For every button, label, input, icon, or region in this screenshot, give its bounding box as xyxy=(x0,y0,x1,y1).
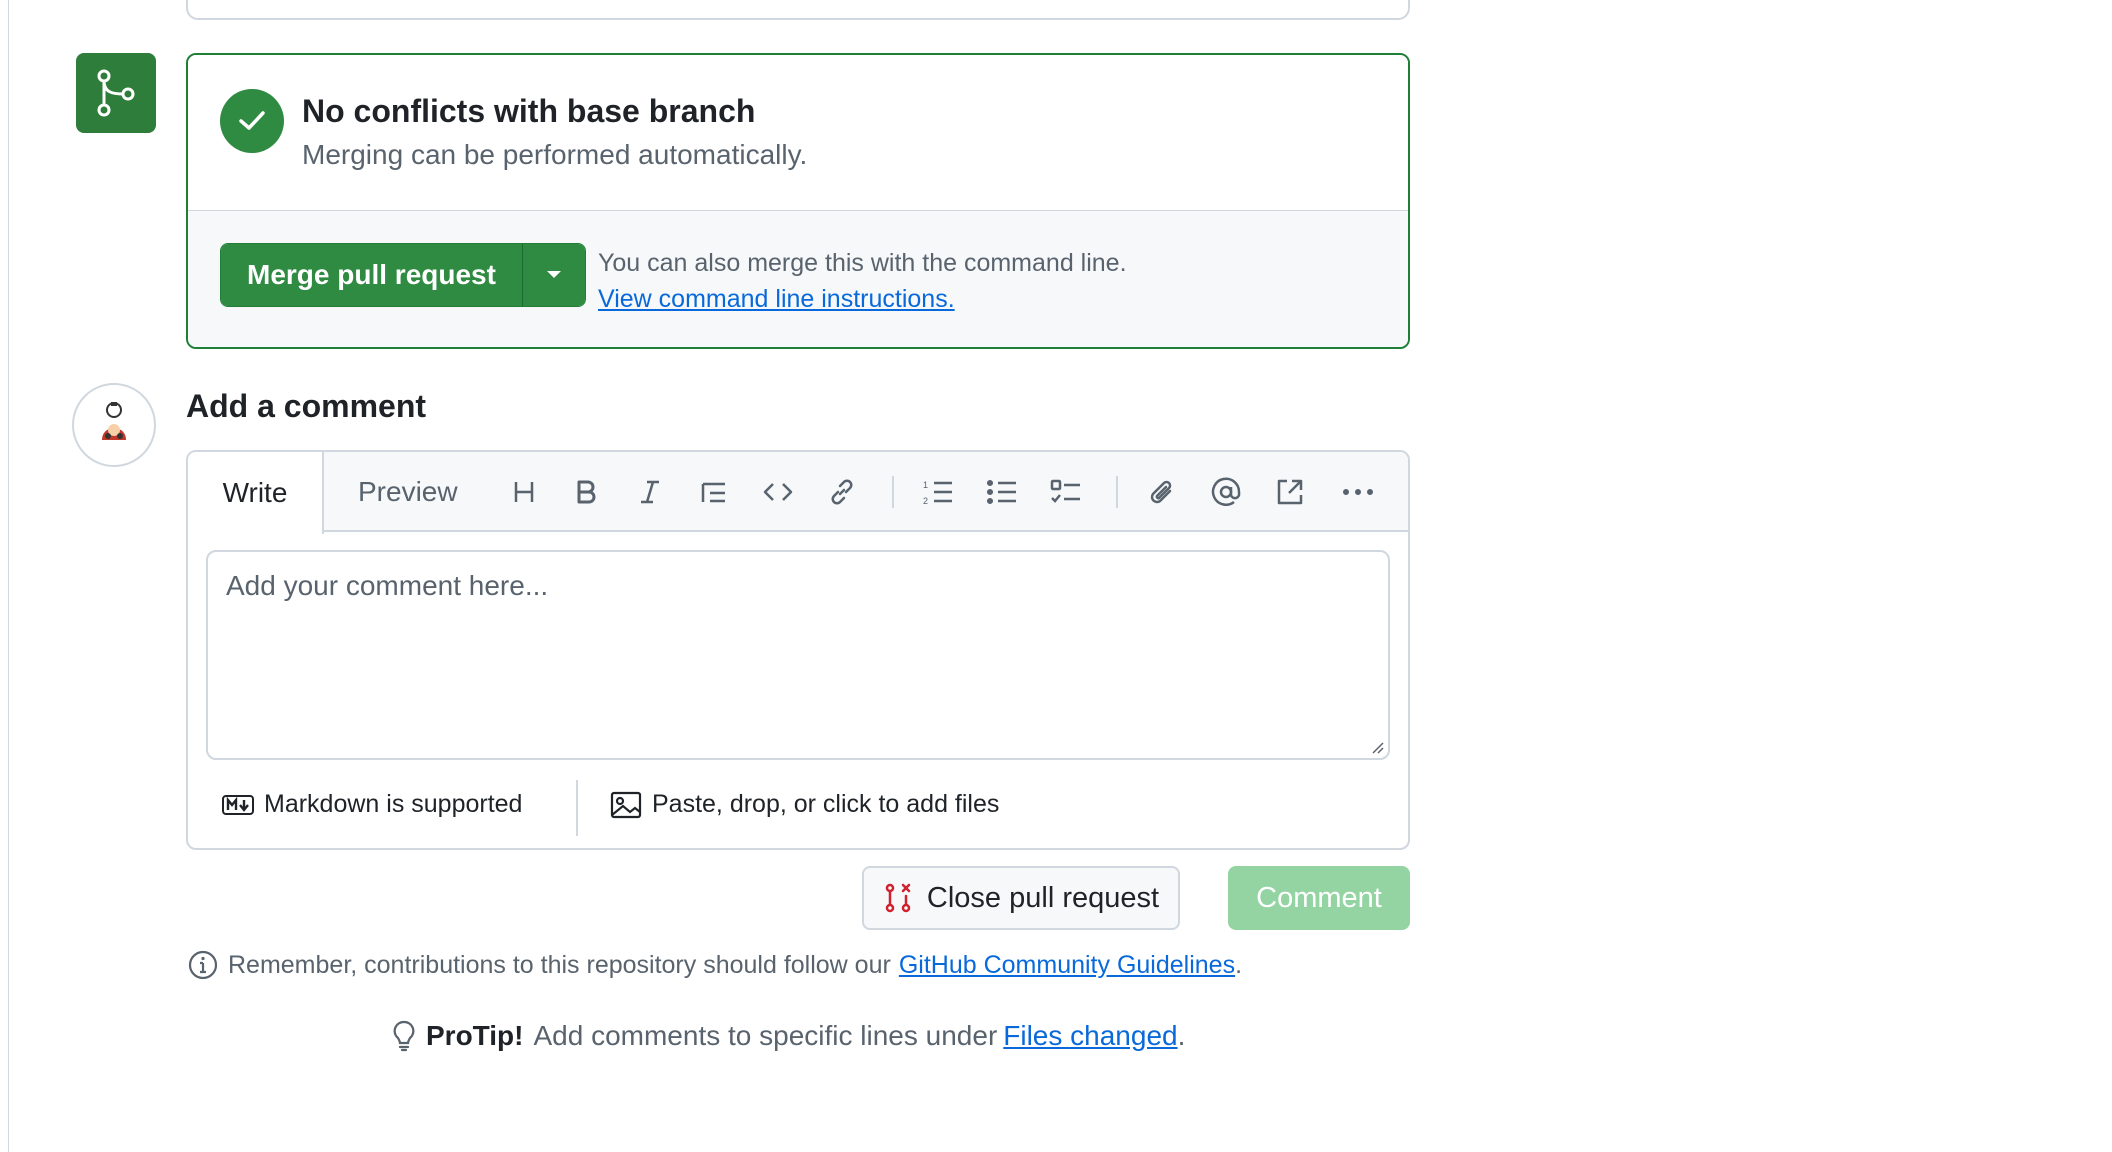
footer-divider xyxy=(576,780,578,836)
git-merge-icon xyxy=(97,69,135,117)
task-list-button[interactable] xyxy=(1044,470,1088,514)
add-comment-heading: Add a comment xyxy=(186,388,427,424)
quote-icon xyxy=(701,482,725,503)
merge-command-line-info: You can also merge this with the command… xyxy=(598,245,1127,317)
merge-status-badge xyxy=(76,53,156,133)
protip-note: ProTip! Add comments to specific lines u… xyxy=(392,1020,1185,1052)
more-icon xyxy=(1343,489,1373,495)
light-bulb-icon xyxy=(393,1020,415,1052)
protip-text: Add comments to specific lines under xyxy=(533,1020,998,1051)
add-files-note[interactable]: Paste, drop, or click to add files xyxy=(610,790,999,819)
protip-suffix: . xyxy=(1177,1020,1186,1051)
svg-text:1: 1 xyxy=(923,480,928,490)
comment-textarea[interactable] xyxy=(208,552,1388,758)
bold-icon xyxy=(577,480,596,504)
editor-footer: Markdown is supported Paste, drop, or cl… xyxy=(188,764,1408,848)
merge-box: No conflicts with base branch Merging ca… xyxy=(186,53,1410,349)
svg-text:2: 2 xyxy=(923,496,928,506)
previous-timeline-box xyxy=(186,0,1410,20)
image-icon xyxy=(610,791,642,818)
protip-label: ProTip! xyxy=(426,1020,524,1051)
info-icon xyxy=(188,950,218,980)
unordered-list-button[interactable] xyxy=(980,470,1024,514)
community-guidelines-note: Remember, contributions to this reposito… xyxy=(188,950,1242,980)
code-button[interactable] xyxy=(756,470,800,514)
merge-button-group: Merge pull request xyxy=(220,243,586,307)
link-button[interactable] xyxy=(820,470,864,514)
markdown-note-text: Markdown is supported xyxy=(264,790,523,818)
merge-status-section: No conflicts with base branch Merging ca… xyxy=(188,55,1408,211)
community-guidelines-link[interactable]: GitHub Community Guidelines xyxy=(899,951,1235,979)
quote-button[interactable] xyxy=(692,470,736,514)
ordered-list-button[interactable]: 12 xyxy=(916,470,960,514)
mention-icon xyxy=(1211,477,1241,506)
heading-button[interactable] xyxy=(502,470,546,514)
mention-button[interactable] xyxy=(1204,470,1248,514)
merge-action-section: Merge pull request You can also merge th… xyxy=(188,211,1408,347)
git-pull-request-closed-icon xyxy=(885,883,911,913)
reference-icon xyxy=(1277,479,1303,505)
close-pull-request-button[interactable]: Close pull request xyxy=(862,866,1180,930)
task-list-icon xyxy=(1050,479,1080,503)
tab-write[interactable]: Write xyxy=(188,452,324,534)
merge-status-title: No conflicts with base branch xyxy=(302,93,756,129)
unordered-list-icon xyxy=(986,479,1016,505)
code-icon xyxy=(763,483,793,501)
heading-icon xyxy=(514,482,534,502)
markdown-icon xyxy=(222,794,254,815)
add-files-text: Paste, drop, or click to add files xyxy=(652,790,1000,818)
tab-preview[interactable]: Preview xyxy=(358,452,458,532)
merge-status-subtitle: Merging can be performed automatically. xyxy=(302,139,808,170)
italic-button[interactable] xyxy=(628,470,672,514)
more-button[interactable] xyxy=(1336,470,1380,514)
ordered-list-icon: 12 xyxy=(923,480,952,506)
editor-toolbar: Write Preview 12 xyxy=(188,452,1408,534)
close-pull-request-label: Close pull request xyxy=(926,881,1160,914)
left-rule xyxy=(0,0,9,1152)
caret-down-icon xyxy=(546,271,561,278)
check-circle-icon xyxy=(220,89,284,153)
attach-icon xyxy=(1150,480,1172,504)
merge-pull-request-button[interactable]: Merge pull request xyxy=(221,244,523,306)
command-line-instructions-link[interactable]: View command line instructions. xyxy=(598,285,955,313)
markdown-supported-note[interactable]: Markdown is supported xyxy=(222,790,522,819)
attach-button[interactable] xyxy=(1140,470,1184,514)
avatar-icon xyxy=(102,402,126,440)
remember-suffix: . xyxy=(1235,950,1243,979)
toolbar-divider xyxy=(892,476,894,508)
link-icon xyxy=(831,479,853,505)
resize-handle-icon[interactable] xyxy=(1370,740,1384,754)
comment-button[interactable]: Comment xyxy=(1228,866,1410,930)
remember-text: Remember, contributions to this reposito… xyxy=(228,950,891,979)
merge-info-text: You can also merge this with the command… xyxy=(598,249,1127,277)
bold-button[interactable] xyxy=(564,470,608,514)
italic-icon xyxy=(641,480,659,504)
toolbar-divider xyxy=(1116,476,1118,508)
reference-button[interactable] xyxy=(1268,470,1312,514)
comment-textarea-wrapper xyxy=(206,550,1390,760)
avatar[interactable] xyxy=(72,383,156,467)
files-changed-link[interactable]: Files changed xyxy=(1003,1020,1177,1051)
comment-editor: Write Preview 12 Add your comment here..… xyxy=(186,450,1410,850)
merge-options-dropdown[interactable] xyxy=(522,244,585,306)
